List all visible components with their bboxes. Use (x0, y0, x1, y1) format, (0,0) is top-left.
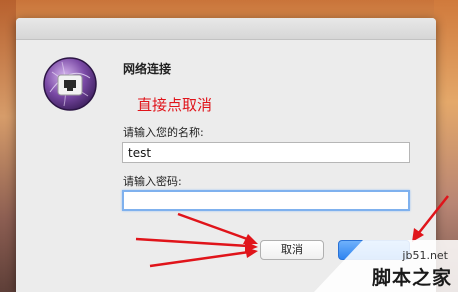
dialog-title: 网络连接 (123, 62, 172, 76)
password-field-label: 请输入密码: (123, 175, 182, 188)
annotation-text: 直接点取消 (137, 96, 213, 114)
watermark-name: 脚本之家 (371, 267, 452, 289)
network-connection-icon (43, 57, 97, 111)
cancel-button[interactable]: 取消 (260, 240, 324, 260)
password-input[interactable] (122, 190, 410, 211)
name-input[interactable] (122, 142, 410, 163)
name-field-label: 请输入您的名称: (123, 126, 204, 139)
watermark-url: jb51.net (402, 249, 448, 262)
dialog-titlebar[interactable] (16, 18, 436, 40)
desktop-wallpaper-left (0, 0, 16, 292)
